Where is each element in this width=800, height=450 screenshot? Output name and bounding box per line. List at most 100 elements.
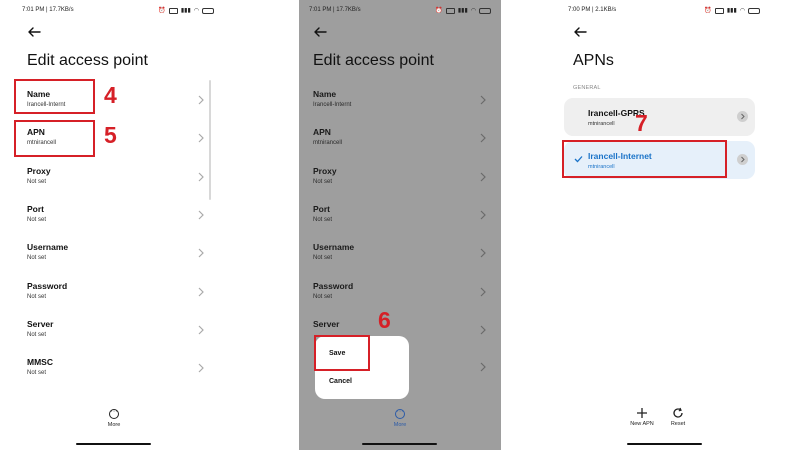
alarm-icon: ⏰ [704, 8, 712, 14]
reset-label: Reset [670, 421, 686, 427]
status-icons: ⏰ ▮▮▮ ◠ [435, 7, 491, 14]
page-title: APNs [573, 52, 614, 69]
chevron-right-icon [198, 325, 204, 335]
field-proxy[interactable]: Proxy Not set [27, 166, 207, 196]
field-label: Port [313, 204, 330, 214]
field-proxy[interactable]: Proxy Not set [313, 166, 489, 196]
field-password[interactable]: Password Not set [27, 281, 207, 311]
highlight-box-internet [562, 140, 727, 178]
chevron-right-icon [741, 156, 745, 163]
field-label: Server [313, 319, 340, 329]
field-value: mtnirancell [313, 140, 343, 146]
battery-icon [479, 7, 491, 14]
field-value: Not set [313, 179, 333, 185]
back-arrow-icon[interactable] [573, 27, 587, 37]
edit-access-point-menu-screen: 7:01 PM | 17.7KB/s ⏰ ▮▮▮ ◠ Edit access p… [299, 0, 501, 450]
field-name[interactable]: Name Irancell-Internt [313, 89, 489, 119]
more-button[interactable]: More [99, 407, 129, 428]
more-button[interactable]: More [385, 407, 415, 428]
chevron-right-icon [480, 248, 486, 258]
status-time: 7:01 PM | 17.7KB/s [309, 7, 361, 13]
field-value: Not set [27, 370, 47, 376]
chevron-right-icon [741, 113, 745, 120]
more-icon [109, 407, 119, 419]
scrollbar[interactable] [209, 80, 211, 200]
field-value: Not set [27, 217, 47, 223]
field-label: Name [313, 89, 337, 99]
step-number: 6 [378, 307, 391, 333]
status-time: 7:00 PM | 2.1KB/s [568, 7, 617, 13]
field-label: APN [313, 127, 331, 137]
chevron-right-icon [198, 287, 204, 297]
field-label: Server [27, 319, 54, 329]
chevron-right-icon [480, 287, 486, 297]
plus-icon [637, 408, 647, 418]
field-apn[interactable]: APN mtnirancell [313, 127, 489, 157]
wifi-icon: ◠ [470, 8, 476, 14]
highlight-box-name [14, 79, 95, 114]
apn-detail-button[interactable] [737, 111, 748, 122]
step-number: 4 [104, 82, 117, 108]
section-header: GENERAL [573, 85, 601, 91]
field-label: MMSC [27, 357, 53, 367]
vpn-icon [168, 7, 178, 14]
field-label: Password [313, 281, 354, 291]
chevron-right-icon [480, 133, 486, 143]
chevron-right-icon [198, 172, 204, 182]
chevron-right-icon [198, 363, 204, 373]
vpn-icon [714, 7, 724, 14]
back-arrow-icon[interactable] [27, 27, 41, 37]
chevron-right-icon [480, 210, 486, 220]
field-value: Not set [27, 179, 47, 185]
highlight-box-apn [14, 120, 95, 157]
field-label: Username [313, 242, 355, 252]
signal-icon: ▮▮▮ [180, 8, 191, 14]
wifi-icon: ◠ [739, 8, 745, 14]
field-port[interactable]: Port Not set [27, 204, 207, 234]
battery-icon [202, 7, 214, 14]
step-number: 5 [104, 122, 117, 148]
field-password[interactable]: Password Not set [313, 281, 489, 311]
field-value: Not set [27, 294, 47, 300]
chevron-right-icon [480, 95, 486, 105]
apns-screen: 7:00 PM | 2.1KB/s ⏰ ▮▮▮ ◠ APNs GENERAL I… [557, 0, 770, 450]
field-mmsc[interactable]: MMSC Not set [27, 357, 207, 387]
chevron-right-icon [480, 362, 486, 372]
page-title: Edit access point [313, 52, 434, 69]
field-value: Not set [27, 332, 47, 338]
more-label: More [393, 422, 407, 428]
field-label: Port [27, 204, 44, 214]
vpn-icon [445, 7, 455, 14]
new-apn-button[interactable]: New APN [627, 407, 657, 427]
field-label: Username [27, 242, 69, 252]
signal-icon: ▮▮▮ [726, 8, 737, 14]
menu-item-cancel[interactable]: Cancel [329, 378, 352, 385]
battery-icon [748, 7, 760, 14]
status-bar: 7:01 PM | 17.7KB/s ⏰ ▮▮▮ ◠ [309, 7, 491, 17]
field-port[interactable]: Port Not set [313, 204, 489, 234]
back-arrow-icon[interactable] [313, 27, 327, 37]
chevron-right-icon [198, 248, 204, 258]
reset-button[interactable]: Reset [663, 407, 693, 427]
edit-access-point-screen: 7:01 PM | 17.7KB/s ⏰ ▮▮▮ ◠ Edit access p… [0, 0, 224, 450]
field-server[interactable]: Server Not set [27, 319, 207, 349]
field-username[interactable]: Username Not set [27, 242, 207, 272]
list-fade [0, 395, 224, 407]
alarm-icon: ⏰ [158, 8, 166, 14]
field-value: Not set [313, 217, 333, 223]
more-label: More [107, 422, 121, 428]
field-username[interactable]: Username Not set [313, 242, 489, 272]
chevron-right-icon [480, 172, 486, 182]
highlight-box-save [314, 335, 370, 371]
status-icons: ⏰ ▮▮▮ ◠ [704, 7, 760, 14]
chevron-right-icon [198, 95, 204, 105]
apn-detail-button[interactable] [737, 154, 748, 165]
apn-subtitle: mtnirancell [588, 121, 615, 127]
apn-item[interactable]: Irancell-GPRS mtnirancell [564, 98, 755, 136]
field-value: Not set [313, 255, 333, 261]
field-value: Irancell-Internt [313, 102, 352, 108]
step-number: 7 [635, 110, 648, 136]
status-time: 7:01 PM | 17.7KB/s [22, 7, 74, 13]
status-icons: ⏰ ▮▮▮ ◠ [158, 7, 214, 14]
home-indicator [627, 443, 702, 445]
